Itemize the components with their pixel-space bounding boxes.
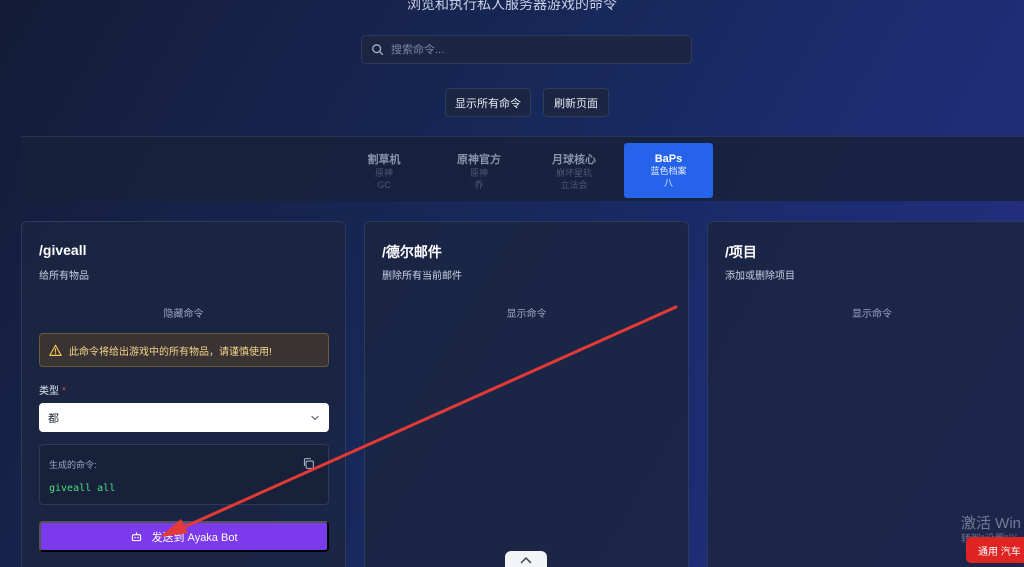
show-command-toggle[interactable]: 显示命令: [708, 305, 1024, 320]
tab-game: 蓝色档案: [650, 165, 687, 176]
tab-game: 原神: [374, 167, 393, 178]
tab-name: 原神官方: [457, 153, 501, 166]
required-marker: *: [62, 386, 66, 397]
command-card-delmail: /德尔邮件 删除所有当前邮件 显示命令: [364, 221, 689, 567]
tab-name: BaPs: [654, 152, 683, 165]
show-all-commands-button[interactable]: 显示所有命令: [445, 88, 531, 117]
tab-game: 崩坏星轨: [555, 167, 592, 178]
tab-baps[interactable]: BaPs 蓝色档案 八: [624, 143, 713, 198]
warning-icon: [49, 344, 62, 356]
tab-server: GC: [377, 179, 391, 190]
game-tab-bar: 割草机 原神 GC 原神官方 原神 乔 月球核心 崩坏星轨 立法会 BaPs 蓝…: [21, 136, 1024, 201]
warning-text: 此命令将给出游戏中的所有物品，请谨慎使用!: [69, 346, 272, 358]
search-box[interactable]: [361, 35, 692, 64]
command-title: /giveall: [39, 242, 87, 258]
command-description: 删除所有当前邮件: [382, 271, 462, 282]
search-icon: [372, 44, 384, 56]
chevron-down-icon: [311, 415, 319, 420]
page-subtitle: 浏览和执行私人服务器游戏的命令: [407, 0, 617, 12]
scroll-to-top-button[interactable]: [505, 551, 547, 567]
tab-grasscutter[interactable]: 割草机 原神 GC: [357, 143, 411, 198]
tab-server: 立法会: [560, 179, 588, 190]
chevron-up-icon: [520, 557, 532, 564]
generated-command-box: 生成的命令: giveall all: [39, 444, 329, 505]
command-description: 给所有物品: [39, 271, 89, 282]
refresh-page-button[interactable]: 刷新页面: [543, 88, 609, 117]
tab-server: 八: [663, 177, 673, 188]
type-label: 类型 *: [39, 382, 66, 397]
warning-banner: 此命令将给出游戏中的所有物品，请谨慎使用!: [39, 333, 329, 367]
show-command-toggle[interactable]: 显示命令: [365, 305, 688, 320]
copy-icon[interactable]: [302, 457, 315, 470]
search-input[interactable]: [391, 43, 681, 56]
type-select[interactable]: 都: [39, 403, 329, 432]
generated-command-label: 生成的命令:: [49, 460, 97, 470]
command-title: /德尔邮件: [382, 244, 442, 260]
floating-notice-badge[interactable]: 通用 汽车: [966, 537, 1024, 563]
command-card-giveall: /giveall 给所有物品 隐藏命令 此命令将给出游戏中的所有物品，请谨慎使用…: [21, 221, 346, 567]
bot-icon: [131, 532, 141, 542]
send-to-bot-button[interactable]: 发送到 Ayaka Bot: [39, 521, 329, 552]
command-title: /项目: [725, 244, 757, 260]
command-description: 添加或删除项目: [725, 271, 795, 282]
send-button-label: 发送到 Ayaka Bot: [151, 531, 238, 544]
type-select-value: 都: [48, 412, 59, 425]
hide-command-toggle[interactable]: 隐藏命令: [22, 305, 345, 320]
tab-name: 割草机: [367, 153, 401, 166]
type-label-text: 类型: [39, 386, 59, 397]
tab-server: 乔: [474, 179, 484, 190]
generated-command-text: giveall all: [49, 483, 116, 494]
tab-name: 月球核心: [552, 153, 596, 166]
tab-lunar-core[interactable]: 月球核心 崩坏星轨 立法会: [544, 143, 604, 198]
tab-genshin-official[interactable]: 原神官方 原神 乔: [449, 143, 509, 198]
tab-game: 原神: [469, 167, 488, 178]
